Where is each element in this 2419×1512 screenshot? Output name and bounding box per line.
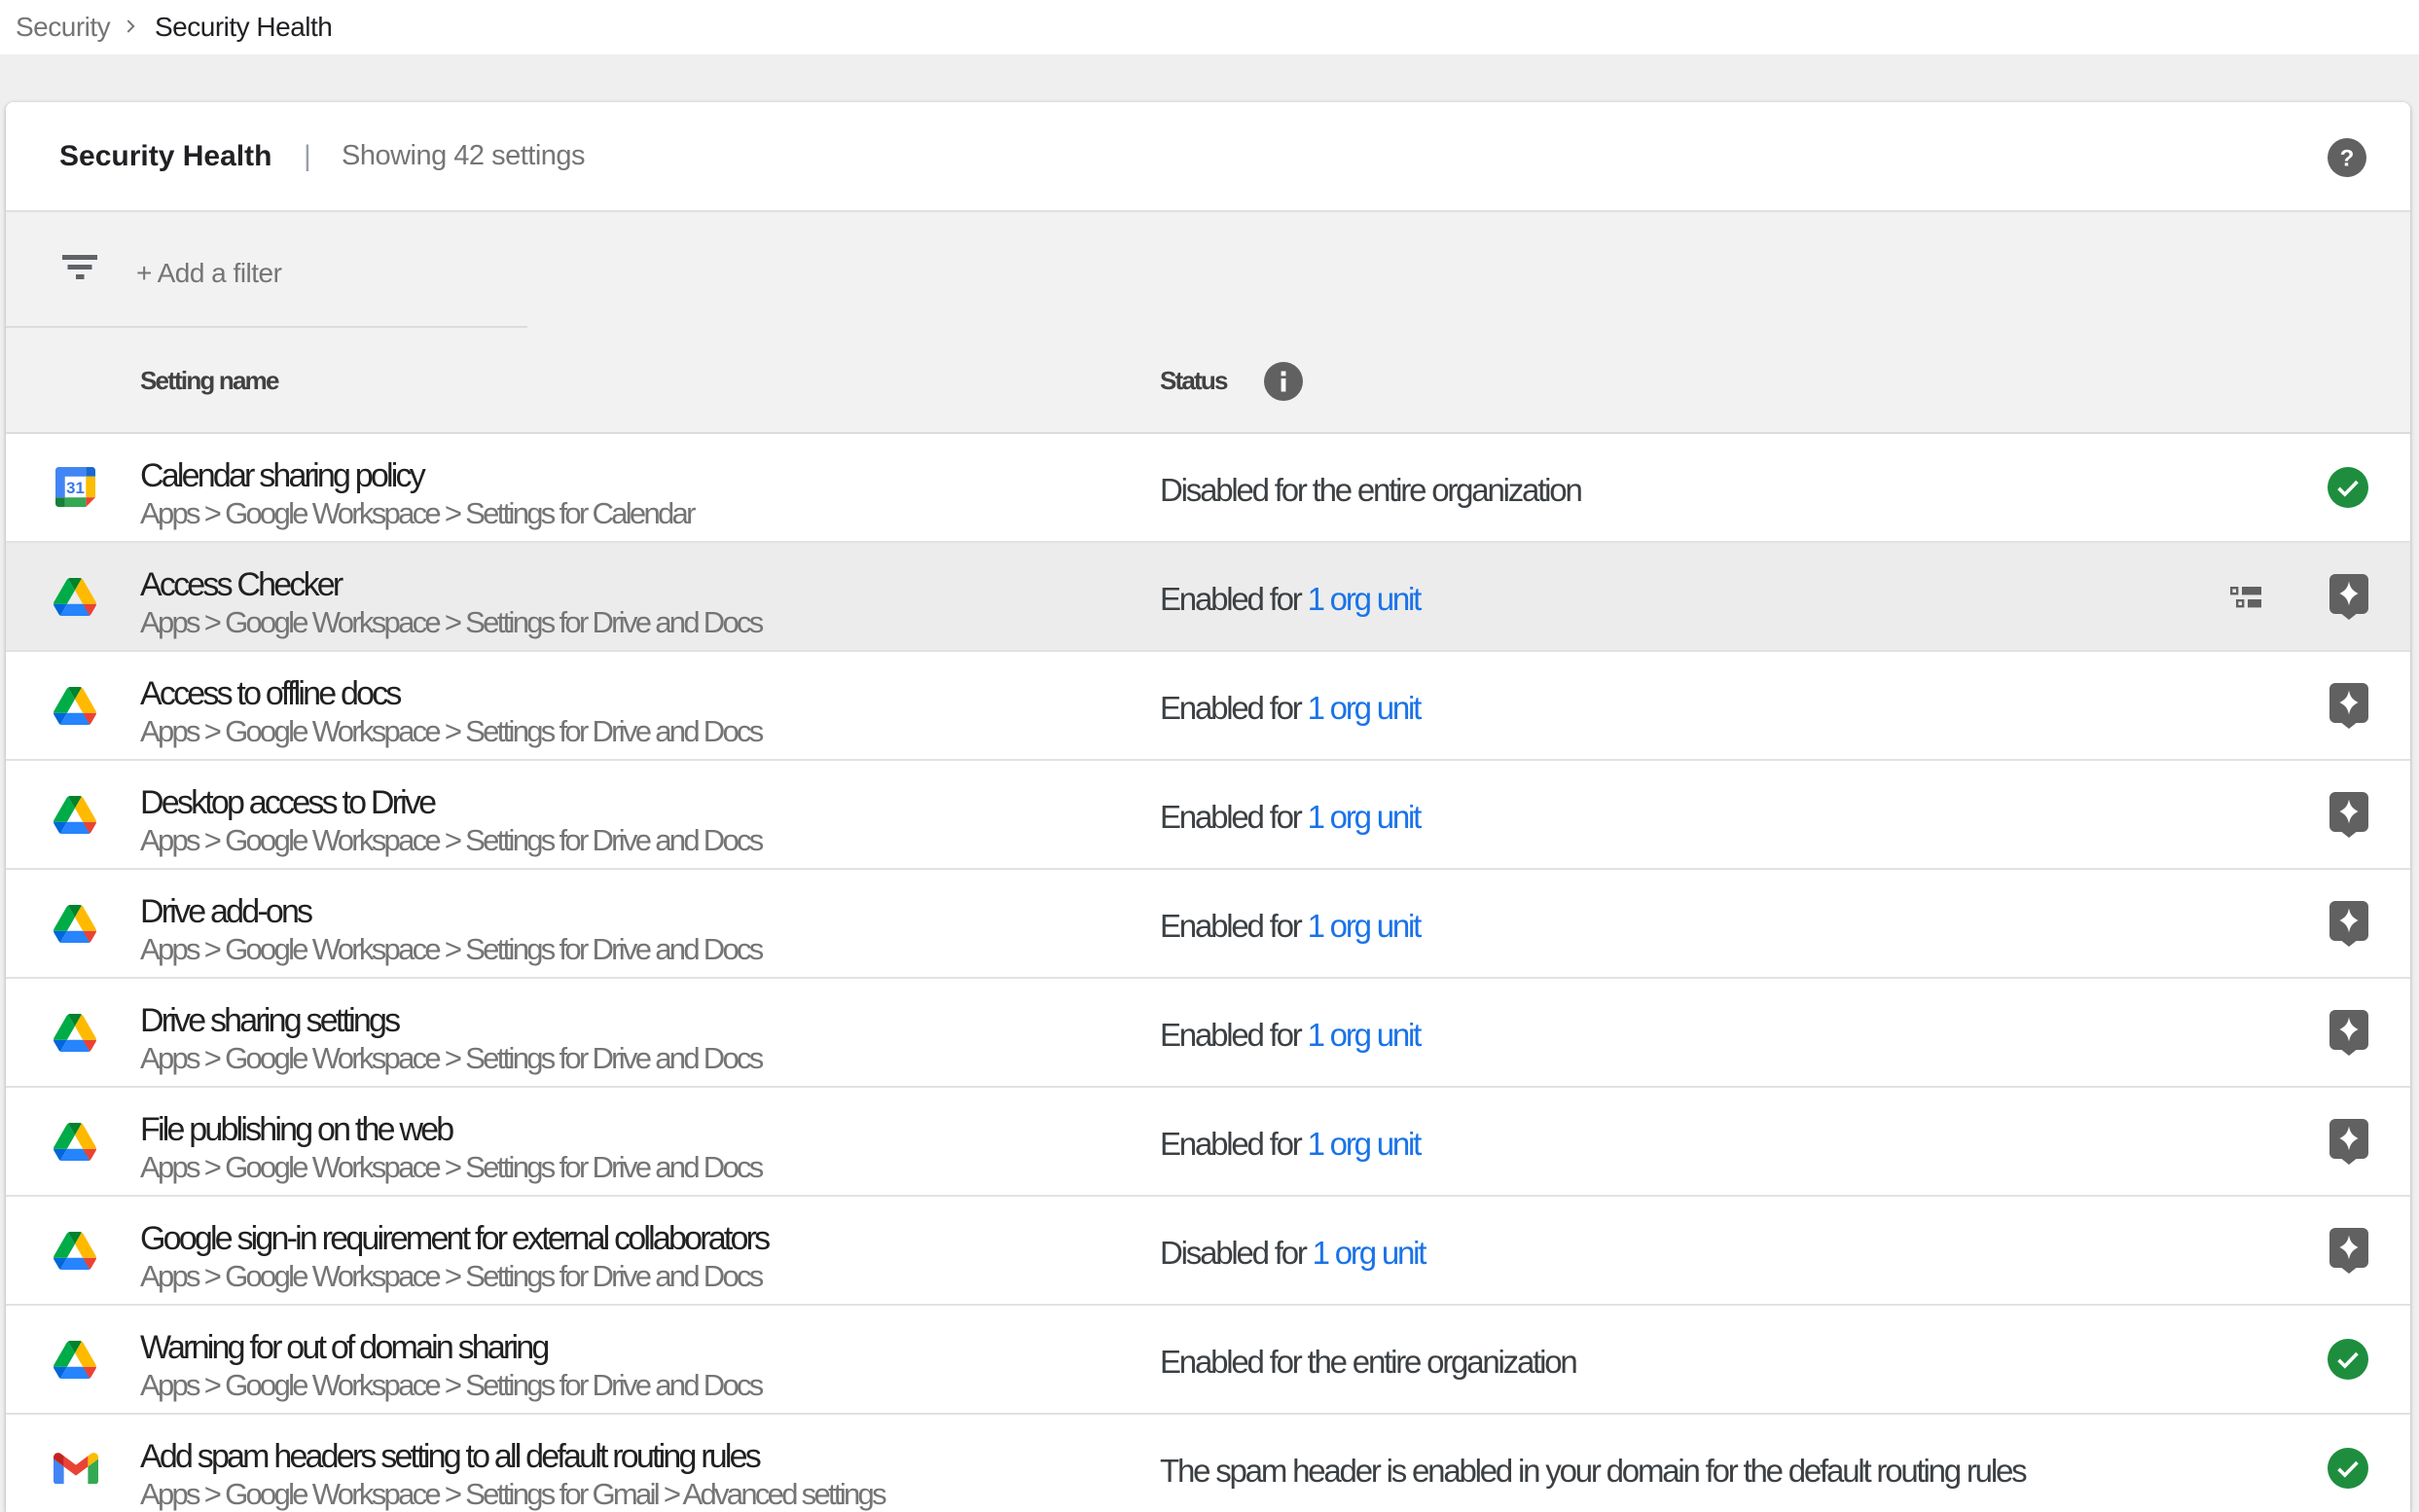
svg-text:?: ? [2340,146,2355,172]
svg-text:31: 31 [66,479,85,497]
